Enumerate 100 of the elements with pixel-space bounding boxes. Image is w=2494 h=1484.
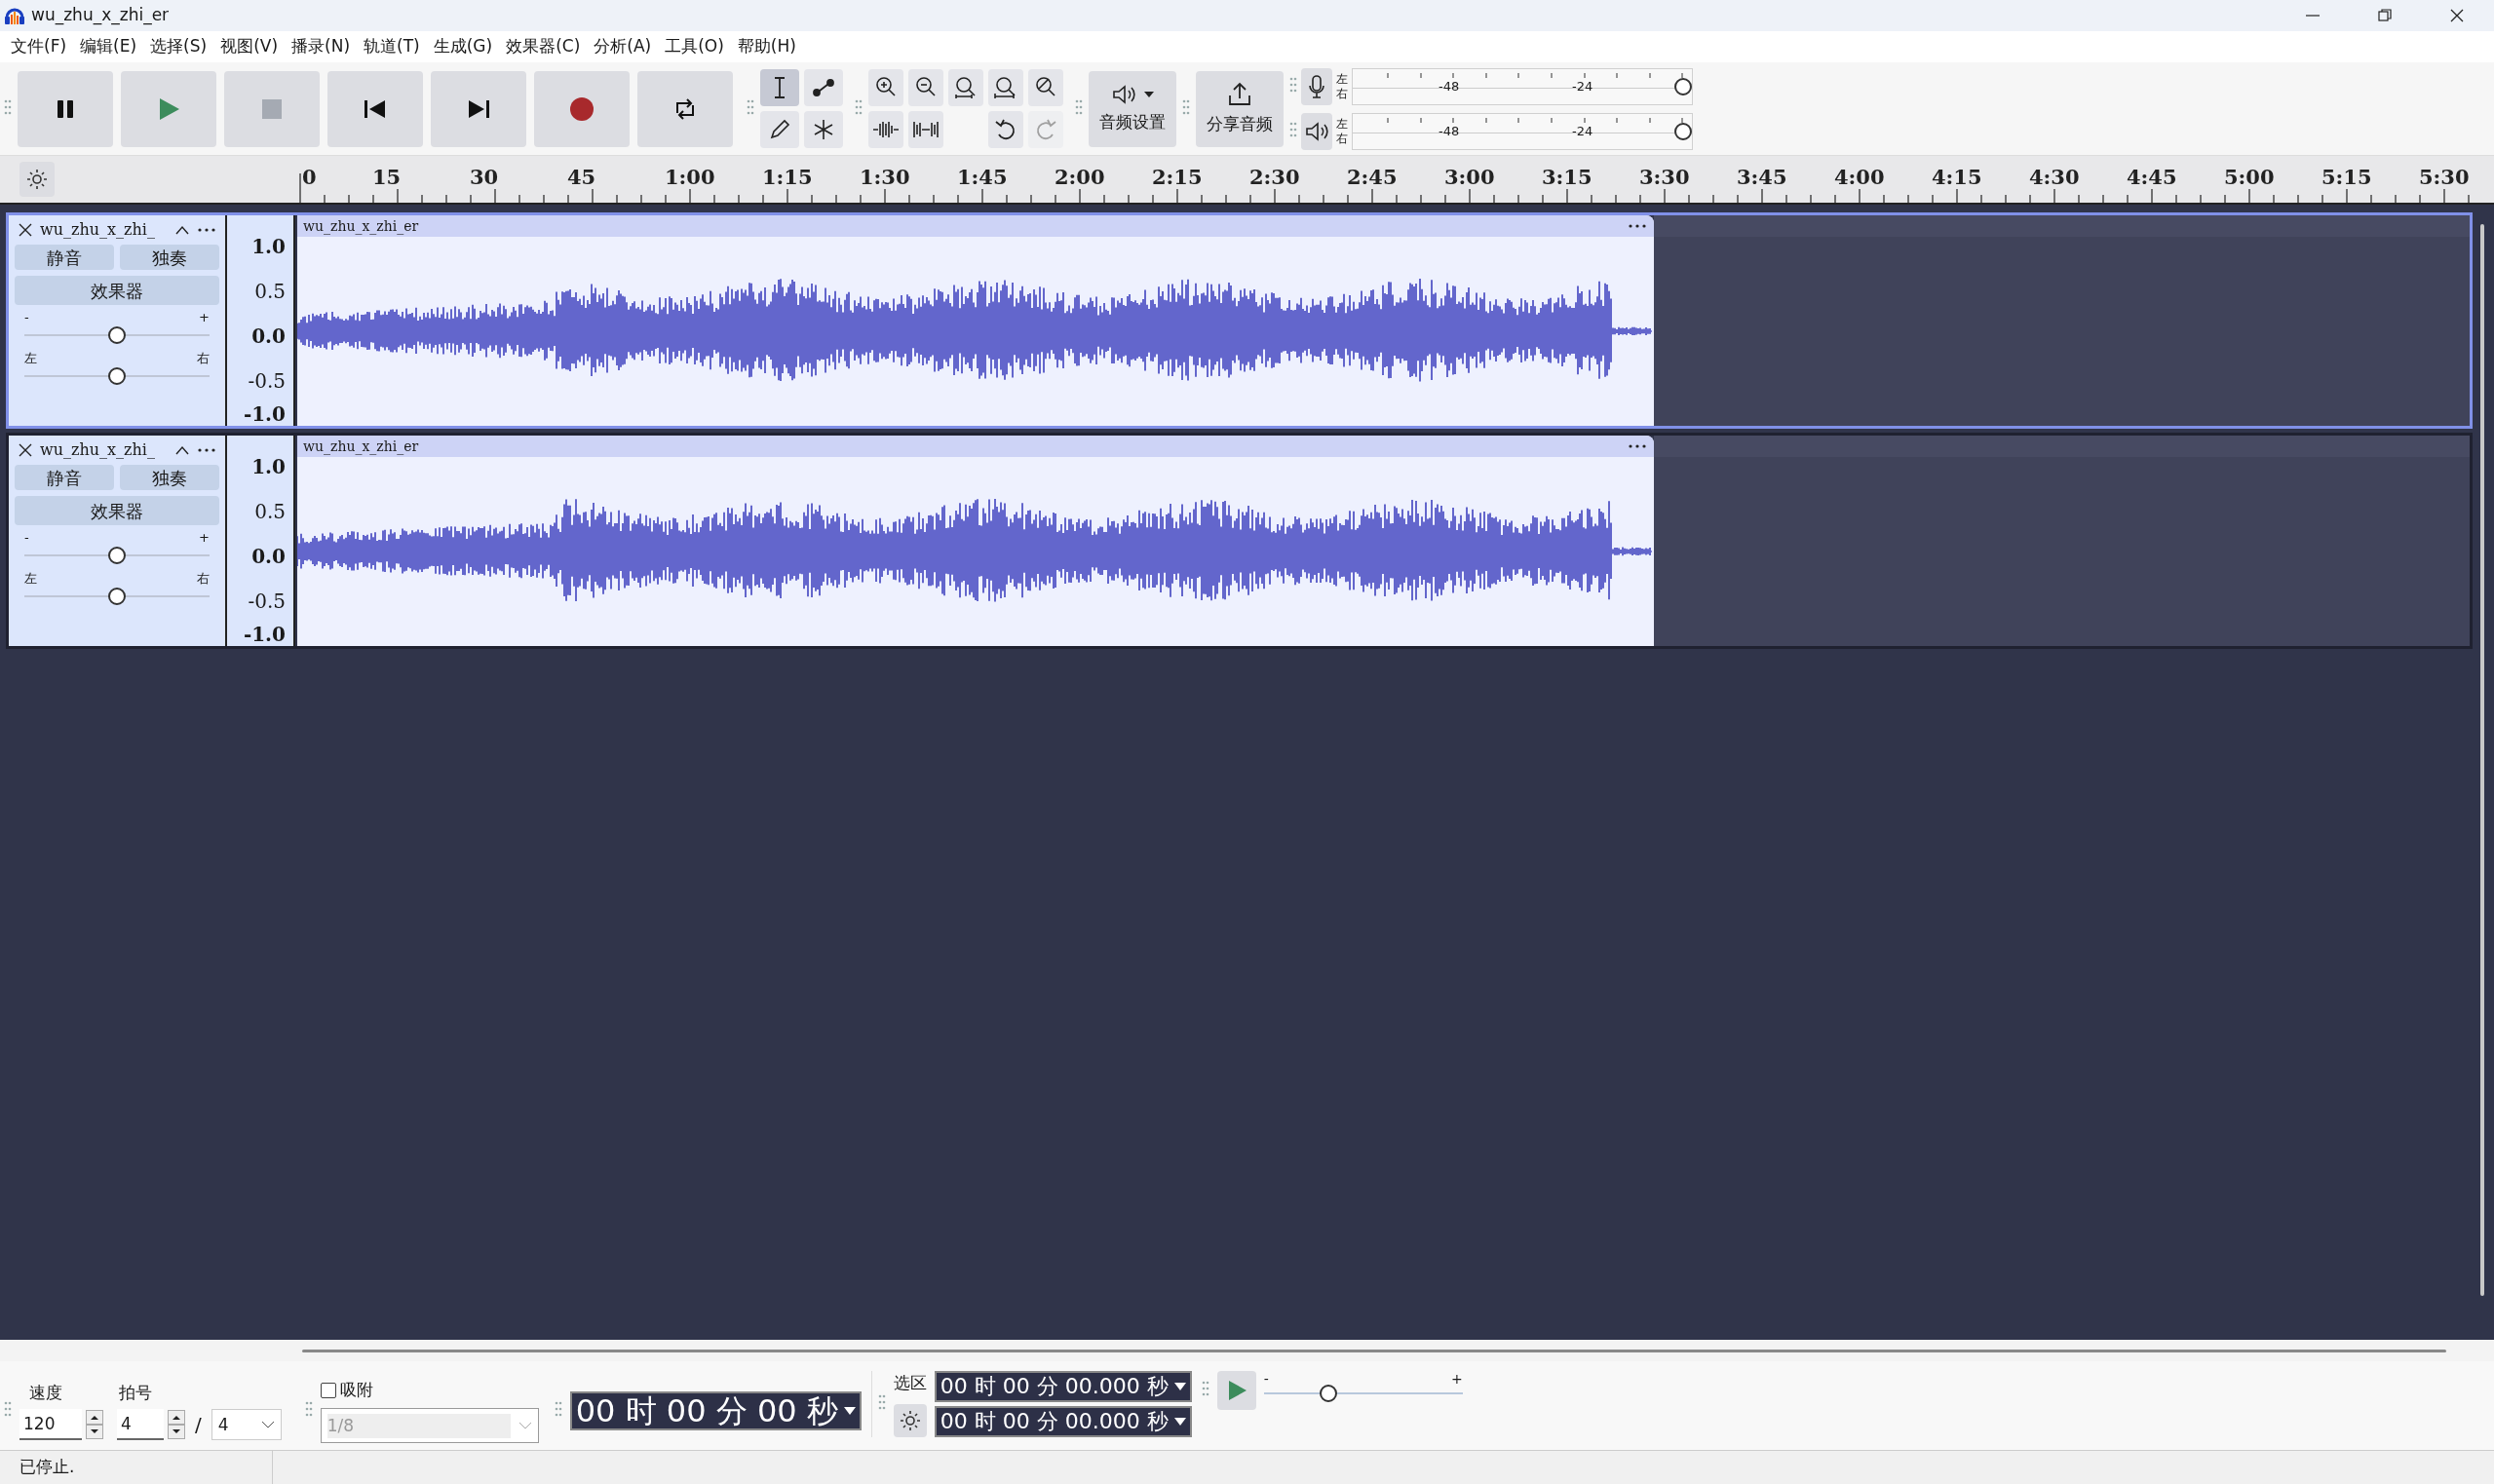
slider-track[interactable] (24, 367, 210, 385)
scale-label: -0.5 (248, 590, 286, 612)
timeline-settings-button[interactable] (19, 162, 55, 197)
menu-item[interactable]: 帮助(H) (730, 34, 803, 59)
track-name[interactable]: wu_zhu_x_zhi_ (40, 438, 169, 462)
chevron-up-icon (175, 225, 189, 235)
zoom-in-button[interactable] (868, 69, 903, 106)
fit-selection-button[interactable] (948, 69, 983, 106)
effects-button[interactable]: 效果器 (15, 496, 219, 525)
selection-time-display[interactable]: 00 时 00 分 00.000 秒 (934, 1371, 1192, 1402)
speed-slider-track[interactable] (1263, 1385, 1463, 1402)
share-audio-button[interactable]: 分享音频 (1196, 70, 1284, 147)
dropdown-caret-icon (1173, 1383, 1186, 1390)
solo-button[interactable]: 独奏 (120, 245, 219, 270)
chevron-down-icon (518, 1422, 532, 1430)
play-at-speed-button[interactable] (1216, 1371, 1256, 1410)
slider-label: 右 (197, 572, 210, 586)
audio-track[interactable]: wu_zhu_x_zhi_ 静音 独奏 效果器 - + 左 右 1.0 0.5 0.0 -0.5 -1.0 wu_zhu_x_zhi_er (6, 212, 2473, 429)
mute-button[interactable]: 静音 (15, 465, 114, 490)
audio-clip[interactable]: wu_zhu_x_zhi_er (297, 215, 1654, 426)
menu-item[interactable]: 轨道(T) (357, 34, 427, 59)
level-meter[interactable]: -48 -24 (1352, 67, 1693, 105)
select-tool-button[interactable] (760, 69, 799, 106)
slider-label: + (1450, 1370, 1463, 1389)
dropdown-caret-icon (843, 1406, 856, 1415)
beat-unit-dropdown[interactable]: 4 (211, 1409, 282, 1441)
zoom-toggle-button[interactable] (1028, 69, 1063, 106)
close-track-button[interactable] (17, 221, 34, 239)
settings-icon (25, 168, 49, 191)
time-display[interactable]: 00 时 00 分 00 秒 (569, 1390, 862, 1430)
level-meter[interactable]: -48 -24 (1352, 112, 1693, 150)
scale-label: -1.0 (243, 403, 286, 425)
tempo-field[interactable]: 120 (19, 1409, 82, 1441)
menu-item[interactable]: 生成(G) (426, 34, 500, 59)
envelope-tool-button[interactable] (804, 69, 843, 106)
slider-track[interactable] (24, 547, 210, 564)
audio-clip[interactable]: wu_zhu_x_zhi_er (297, 436, 1654, 646)
spin-arrows-icon[interactable] (86, 1410, 103, 1440)
menu-item[interactable]: 选择(S) (143, 34, 214, 59)
skip-end-button[interactable] (431, 70, 526, 147)
audio-setup-button[interactable]: 音频设置 (1089, 70, 1176, 147)
close-track-button[interactable] (17, 441, 34, 459)
selection-settings-button[interactable] (893, 1403, 927, 1437)
effects-button[interactable]: 效果器 (15, 276, 219, 305)
time-signature-label: 拍号 (118, 1381, 153, 1404)
scale-label: 0.0 (251, 325, 286, 347)
play-button[interactable] (121, 70, 216, 147)
selection-time-display[interactable]: 00 时 00 分 00.000 秒 (934, 1406, 1192, 1437)
status-text: 已停止. (19, 1456, 75, 1479)
trim-button[interactable] (868, 111, 903, 148)
menu-item[interactable]: 视图(V) (213, 34, 286, 59)
channel-label: 左 (1336, 116, 1348, 132)
spin-arrows-icon[interactable] (168, 1410, 185, 1440)
meter-slider-knob[interactable] (1674, 77, 1692, 95)
draw-tool-button[interactable] (760, 111, 799, 148)
fit-project-button[interactable] (988, 69, 1023, 106)
menu-item[interactable]: 编辑(E) (73, 34, 144, 59)
slider-label: + (199, 311, 210, 324)
track-name[interactable]: wu_zhu_x_zhi_ (40, 218, 169, 242)
menu-item[interactable]: 分析(A) (587, 34, 659, 59)
slider-track[interactable] (24, 326, 210, 344)
silence-button[interactable] (908, 111, 943, 148)
menu-item[interactable]: 效果器(C) (499, 34, 588, 59)
mute-button[interactable]: 静音 (15, 245, 114, 270)
horizontal-scrollbar[interactable] (302, 1349, 2446, 1352)
multi-tool-button[interactable] (804, 111, 843, 148)
menu-item[interactable]: 工具(O) (658, 34, 731, 59)
pause-button[interactable] (18, 70, 113, 147)
zoom-out-button[interactable] (908, 69, 943, 106)
record-button[interactable] (534, 70, 630, 147)
beats-field[interactable]: 4 (117, 1409, 164, 1441)
slider-thumb[interactable] (107, 367, 126, 385)
slider-track[interactable] (24, 588, 210, 605)
vertical-scrollbar[interactable] (2480, 224, 2484, 1296)
window-title: wu_zhu_x_zhi_er (31, 4, 170, 27)
undo-button[interactable] (988, 111, 1023, 148)
scale-label: -1.0 (243, 624, 286, 645)
menu-item[interactable]: 播录(N) (285, 34, 357, 59)
selection-time-text: 00 时 00 分 00.000 秒 (940, 1374, 1169, 1399)
record-meter-button[interactable] (1301, 67, 1332, 105)
chevron-up-icon (175, 445, 189, 455)
speed-slider-thumb[interactable] (1319, 1385, 1337, 1402)
audio-track[interactable]: wu_zhu_x_zhi_ 静音 独奏 效果器 - + 左 右 1.0 0.5 0.0 -0.5 -1.0 wu_zhu_x_zhi_er (6, 433, 2473, 649)
skip-start-button[interactable] (327, 70, 423, 147)
snap-checkbox[interactable] (320, 1382, 336, 1398)
close-icon (2449, 8, 2465, 23)
minimize-icon (2306, 15, 2320, 17)
meter-slider-knob[interactable] (1674, 122, 1692, 140)
slider-thumb[interactable] (107, 547, 126, 564)
chevron-down-icon (260, 1421, 275, 1429)
dropdown-caret-icon (1173, 1418, 1186, 1426)
solo-button[interactable]: 独奏 (120, 465, 219, 490)
slider-thumb[interactable] (107, 326, 126, 344)
menu-item[interactable]: 文件(F) (4, 34, 74, 59)
slider-thumb[interactable] (107, 588, 126, 605)
play-meter-button[interactable] (1301, 112, 1332, 150)
channel-label: 右 (1336, 131, 1348, 146)
microphone-icon (1307, 73, 1326, 99)
meter-tick-label: -48 (1439, 123, 1460, 139)
snap-label: 吸附 (339, 1378, 373, 1401)
